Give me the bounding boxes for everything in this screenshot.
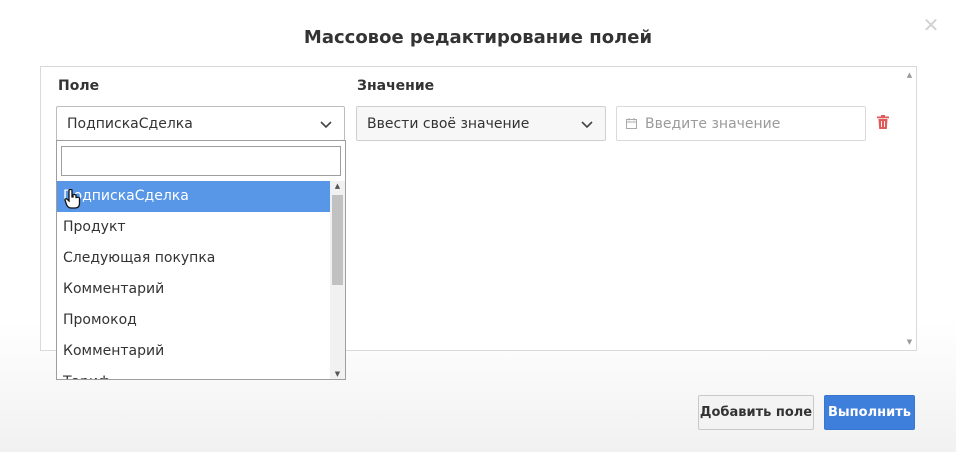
value-input[interactable]: Введите значение: [616, 106, 866, 141]
chevron-down-icon: [581, 121, 593, 129]
calendar-icon: [626, 118, 637, 129]
add-field-button[interactable]: Добавить поле: [698, 395, 814, 430]
trash-icon[interactable]: [877, 115, 889, 129]
dropdown-item[interactable]: Следующая покупка: [57, 243, 330, 274]
value-column-label: Значение: [357, 78, 435, 94]
dropdown-item[interactable]: Комментарий: [57, 336, 330, 367]
dropdown-item[interactable]: Продукт: [57, 212, 330, 243]
field-select[interactable]: ПодпискаСделка: [56, 106, 345, 141]
scrollbar-thumb[interactable]: [332, 195, 343, 285]
close-icon[interactable]: ✕: [920, 14, 942, 36]
dropdown-search-input[interactable]: [61, 146, 341, 176]
scroll-up-icon[interactable]: ▲: [330, 182, 345, 190]
field-dropdown: ПодпискаСделка Продукт Следующая покупка…: [56, 140, 346, 380]
scroll-down-icon[interactable]: ▼: [903, 338, 916, 346]
dropdown-item[interactable]: Тариф: [57, 367, 330, 379]
dropdown-item[interactable]: Промокод: [57, 305, 330, 336]
run-button[interactable]: Выполнить: [824, 395, 915, 430]
dropdown-scrollbar[interactable]: ▲ ▼: [330, 181, 345, 379]
value-type-select-value: Ввести своё значение: [367, 115, 530, 132]
mass-edit-dialog: Массовое редактирование полей ✕ ▲ ▼ Поле…: [0, 0, 956, 452]
hand-cursor-icon: [64, 189, 81, 209]
panel-scrollbar[interactable]: ▲ ▼: [903, 67, 916, 350]
value-type-select[interactable]: Ввести своё значение: [356, 106, 606, 141]
dropdown-item[interactable]: Комментарий: [57, 274, 330, 305]
dropdown-item[interactable]: ПодпискаСделка: [57, 181, 330, 212]
field-column-label: Поле: [58, 78, 100, 94]
value-input-placeholder: Введите значение: [645, 115, 781, 132]
dropdown-list: ПодпискаСделка Продукт Следующая покупка…: [57, 181, 330, 379]
field-select-value: ПодпискаСделка: [67, 115, 193, 132]
scroll-up-icon[interactable]: ▲: [903, 71, 916, 79]
chevron-down-icon: [320, 121, 332, 129]
scroll-down-icon[interactable]: ▼: [330, 370, 345, 378]
dialog-title: Массовое редактирование полей: [303, 27, 653, 48]
